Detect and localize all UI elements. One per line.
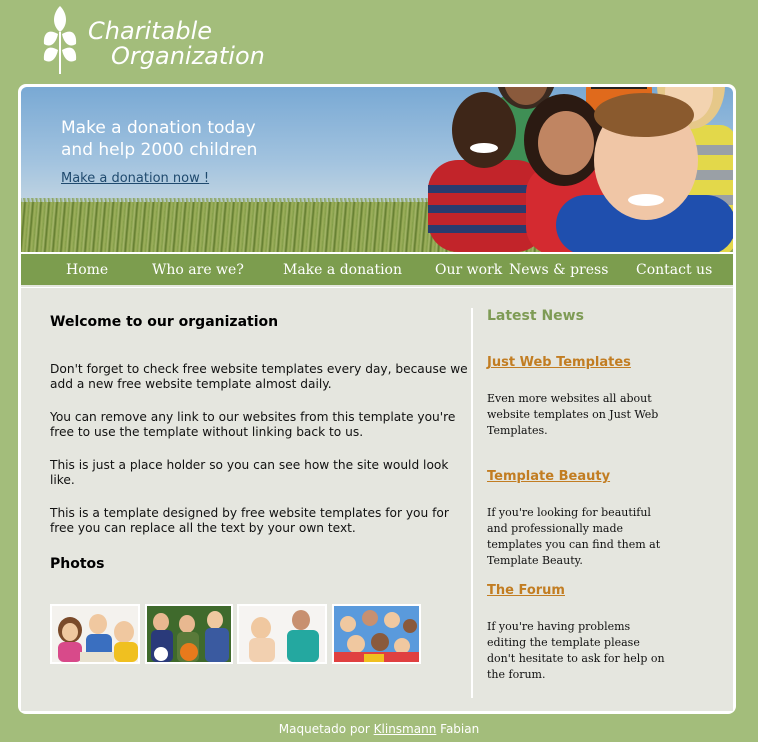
wheat-icon [43, 6, 77, 74]
column-divider [471, 308, 473, 698]
footer-author-link[interactable]: Klinsmann [374, 722, 437, 736]
nav-news-press[interactable]: News & press [509, 262, 608, 278]
news-heading-1[interactable]: Just Web Templates [487, 355, 631, 370]
footer: Maquetado por Klinsmann Fabian [0, 722, 758, 736]
photo-thumb-2[interactable] [145, 604, 233, 664]
site-logo[interactable]: Charitable Organization [40, 4, 290, 76]
children-photo [428, 87, 733, 252]
nav-contact[interactable]: Contact us [636, 262, 712, 278]
paragraph-3: This is just a place holder so you can s… [50, 458, 449, 487]
photo-thumb-3[interactable] [237, 604, 327, 664]
photo-thumb-1[interactable] [50, 604, 140, 664]
donate-link[interactable]: Make a donation now ! [61, 171, 209, 186]
tagline-line1: Make a donation today [61, 118, 256, 138]
hero-tagline: Make a donation today and help 2000 chil… [61, 117, 257, 161]
news-body-3: If you're having problems editing the te… [487, 620, 665, 681]
news-body-2: If you're looking for beautiful and prof… [487, 506, 661, 567]
welcome-title: Welcome to our organization [50, 314, 279, 330]
footer-suffix: Fabian [440, 722, 480, 736]
news-body-1: Even more websites all about website tem… [487, 392, 659, 437]
paragraph-2: You can remove any link to our websites … [50, 410, 456, 439]
nav-make-donation[interactable]: Make a donation [283, 262, 402, 278]
photos-title: Photos [50, 556, 105, 572]
paragraph-1: Don't forget to check free website templ… [50, 362, 468, 391]
news-heading-3[interactable]: The Forum [487, 583, 565, 598]
logo-line1: Charitable [88, 17, 212, 45]
footer-prefix: Maquetado por [278, 722, 370, 736]
photo-thumb-4[interactable] [332, 604, 421, 664]
logo-line2: Organization [111, 42, 265, 70]
hero-banner: Make a donation today and help 2000 chil… [21, 87, 733, 252]
nav-our-work[interactable]: Our work [435, 262, 502, 278]
paragraph-4: This is a template designed by free webs… [50, 506, 449, 535]
latest-news-title: Latest News [487, 308, 584, 324]
nav-home[interactable]: Home [66, 262, 108, 278]
nav-who-are-we[interactable]: Who are we? [152, 262, 244, 278]
tagline-line2: and help 2000 children [61, 140, 258, 160]
news-heading-2[interactable]: Template Beauty [487, 469, 610, 484]
main-nav: Home Who are we? Make a donation Our wor… [21, 254, 733, 287]
